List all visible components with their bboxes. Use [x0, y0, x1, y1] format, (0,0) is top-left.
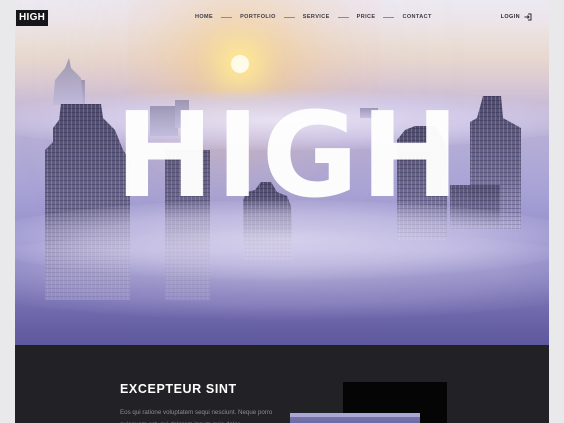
nav-item-price[interactable]: PRICE: [355, 14, 378, 20]
section-title: EXCEPTEUR SINT: [120, 382, 237, 396]
nav-item-service[interactable]: SERVICE: [301, 14, 332, 20]
nav-separator: [221, 16, 233, 18]
hero-title: HIGH: [115, 86, 462, 224]
nav-separator: [283, 16, 295, 18]
nav-item-portfolio[interactable]: PORTFOLIO: [238, 14, 278, 20]
login-button[interactable]: LOGIN: [501, 13, 532, 21]
hero-section: HIGH HIGH HOME PORTFOLIO SERVICE PRICE C…: [15, 0, 549, 345]
section-body: Eos qui ratione voluptatem sequi nesciun…: [120, 409, 273, 423]
feature-image: [290, 413, 420, 423]
login-label: LOGIN: [500, 14, 520, 20]
nav-separator: [337, 16, 349, 18]
brand-logo[interactable]: HIGH: [16, 10, 49, 26]
nav-separator: [383, 16, 395, 18]
nav-item-contact[interactable]: CONTACT: [400, 14, 433, 20]
tower: [53, 58, 83, 105]
fog-gradient: [15, 250, 549, 345]
page-frame: HIGH HIGH HOME PORTFOLIO SERVICE PRICE C…: [15, 0, 549, 423]
login-icon: [524, 13, 532, 21]
nav-item-home[interactable]: HOME: [193, 14, 215, 20]
main-nav: HOME PORTFOLIO SERVICE PRICE CONTACT: [193, 14, 434, 20]
content-section: EXCEPTEUR SINT Eos qui ratione voluptate…: [15, 345, 549, 423]
